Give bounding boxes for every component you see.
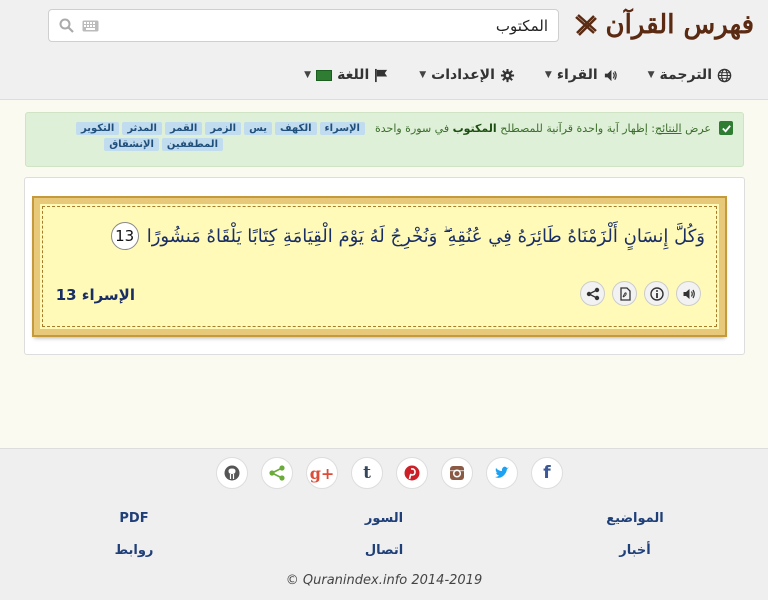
surah-tag-kahf[interactable]: الكهف [275,121,317,135]
site-logo[interactable]: فهرس القرآن [573,8,754,42]
caret-down-icon: ▼ [647,70,655,80]
nav-language[interactable]: اللغة ▼ [304,67,389,83]
info-icon [649,286,664,301]
surah-tag-mutaffifin[interactable]: المطففين [161,138,223,151]
main-nav: الترجمة ▼ القراء ▼ الإعدادات ▼ اللغة ▼ [304,60,732,90]
footer: g+ t f المواضيع أخبار السور اتصال PDF رو… [0,448,768,600]
instagram-button[interactable] [441,457,473,489]
social-links: g+ t f [216,457,563,489]
flag-icon [375,68,388,82]
globe-icon [717,68,732,82]
share-button[interactable] [580,281,605,306]
twitter-button[interactable] [486,457,518,489]
footer-link-pdf[interactable]: PDF [90,511,178,543]
verse-actions [580,281,701,306]
verse-line: وَكُلَّ إِنسَانٍ أَلْزَمْنَاهُ طَائِرَهُ… [65,222,705,250]
facebook-icon: f [543,463,551,483]
caret-down-icon: ▼ [544,70,552,80]
facebook-button[interactable]: f [531,457,563,489]
footer-col-left: PDF روابط [90,511,178,575]
footer-col-mid: السور اتصال [330,511,438,575]
nav-settings-label: الإعدادات [431,67,495,83]
tumblr-icon: t [363,463,371,483]
alert-text-after: في سورة واحدة [374,121,450,135]
footer-link-links[interactable]: روابط [90,543,178,575]
verse-text[interactable]: وَكُلَّ إِنسَانٍ أَلْزَمْنَاهُ طَائِرَهُ… [147,226,705,247]
search-value[interactable]: المكتوب [99,17,548,35]
gear-icon [500,68,514,82]
footer-link-contact[interactable]: اتصال [330,543,438,575]
copyright: © Quranindex.info 2014-2019 [285,573,483,588]
alert-prefix: عرض [685,121,711,135]
info-button[interactable] [644,281,669,306]
nav-language-label: اللغة [337,67,370,83]
caret-down-icon: ▼ [304,70,312,80]
header: فهرس القرآن المكتوب الترجمة ▼ القراء ▼ ا… [0,0,768,100]
caret-down-icon: ▼ [419,70,427,80]
crossed-swords-icon [575,14,598,36]
saudi-flag-icon [316,69,333,81]
nav-reciters[interactable]: القراء ▼ [545,67,618,83]
github-icon [224,465,240,481]
keyboard-icon[interactable] [82,20,99,32]
instagram-icon [450,466,464,480]
footer-link-news[interactable]: أخبار [576,543,694,575]
tumblr-button[interactable]: t [351,457,383,489]
play-audio-button[interactable] [676,281,701,306]
speaker-icon [683,288,695,299]
logo-text: فهرس القرآن [605,10,754,40]
nav-reciters-label: القراء [556,67,598,83]
share-button[interactable] [261,457,293,489]
alert-text-before: : إظهار آية واحدة قرآنية للمصطلح [500,121,655,135]
surah-tag-zumar[interactable]: الزمر [205,121,242,135]
pdf-file-icon [619,286,631,301]
footer-link-topics[interactable]: المواضيع [576,511,694,543]
nav-settings[interactable]: الإعدادات ▼ [419,67,515,83]
search-icon[interactable] [59,18,74,33]
share-icon [269,465,285,481]
github-button[interactable] [216,457,248,489]
pinterest-icon [404,465,420,481]
results-link[interactable]: النتائج [655,122,682,135]
footer-link-surahs[interactable]: السور [330,511,438,543]
checkbox-checked-icon[interactable] [719,121,733,135]
surah-tag-yasin[interactable]: يس [244,121,272,135]
surah-tag-muddathir[interactable]: المدثر [122,121,162,135]
speaker-icon [604,69,617,81]
verse-reference[interactable]: الإسراء 13 [56,286,135,304]
pinterest-button[interactable] [396,457,428,489]
pdf-button[interactable] [612,281,637,306]
ayah-number: 13 [110,222,139,250]
nav-translation-label: الترجمة [659,67,712,83]
alert-term: المكتوب [452,121,497,135]
surah-tag-takwir[interactable]: التكوير [76,121,120,135]
search-input[interactable]: المكتوب [48,9,559,42]
surah-tag-isra[interactable]: الإسراء [319,121,365,135]
verse-card: وَكُلَّ إِنسَانٍ أَلْزَمْنَاهُ طَائِرَهُ… [32,196,727,337]
alert-message: عرض النتائج: إظهار آية واحدة قرآنية للمص… [375,122,711,135]
googleplus-button[interactable]: g+ [306,457,338,489]
surah-tag-qamar[interactable]: القمر [164,121,203,135]
googleplus-icon: g+ [309,463,335,483]
surah-tag-inshiqaq[interactable]: الإنشقاق [104,138,159,151]
results-panel: وَكُلَّ إِنسَانٍ أَلْزَمْنَاهُ طَائِرَهُ… [24,177,745,355]
nav-translation[interactable]: الترجمة ▼ [648,67,732,83]
twitter-icon [495,466,509,478]
footer-col-right: المواضيع أخبار [576,511,694,575]
results-alert: عرض النتائج: إظهار آية واحدة قرآنية للمص… [25,112,744,167]
share-icon [586,287,599,300]
